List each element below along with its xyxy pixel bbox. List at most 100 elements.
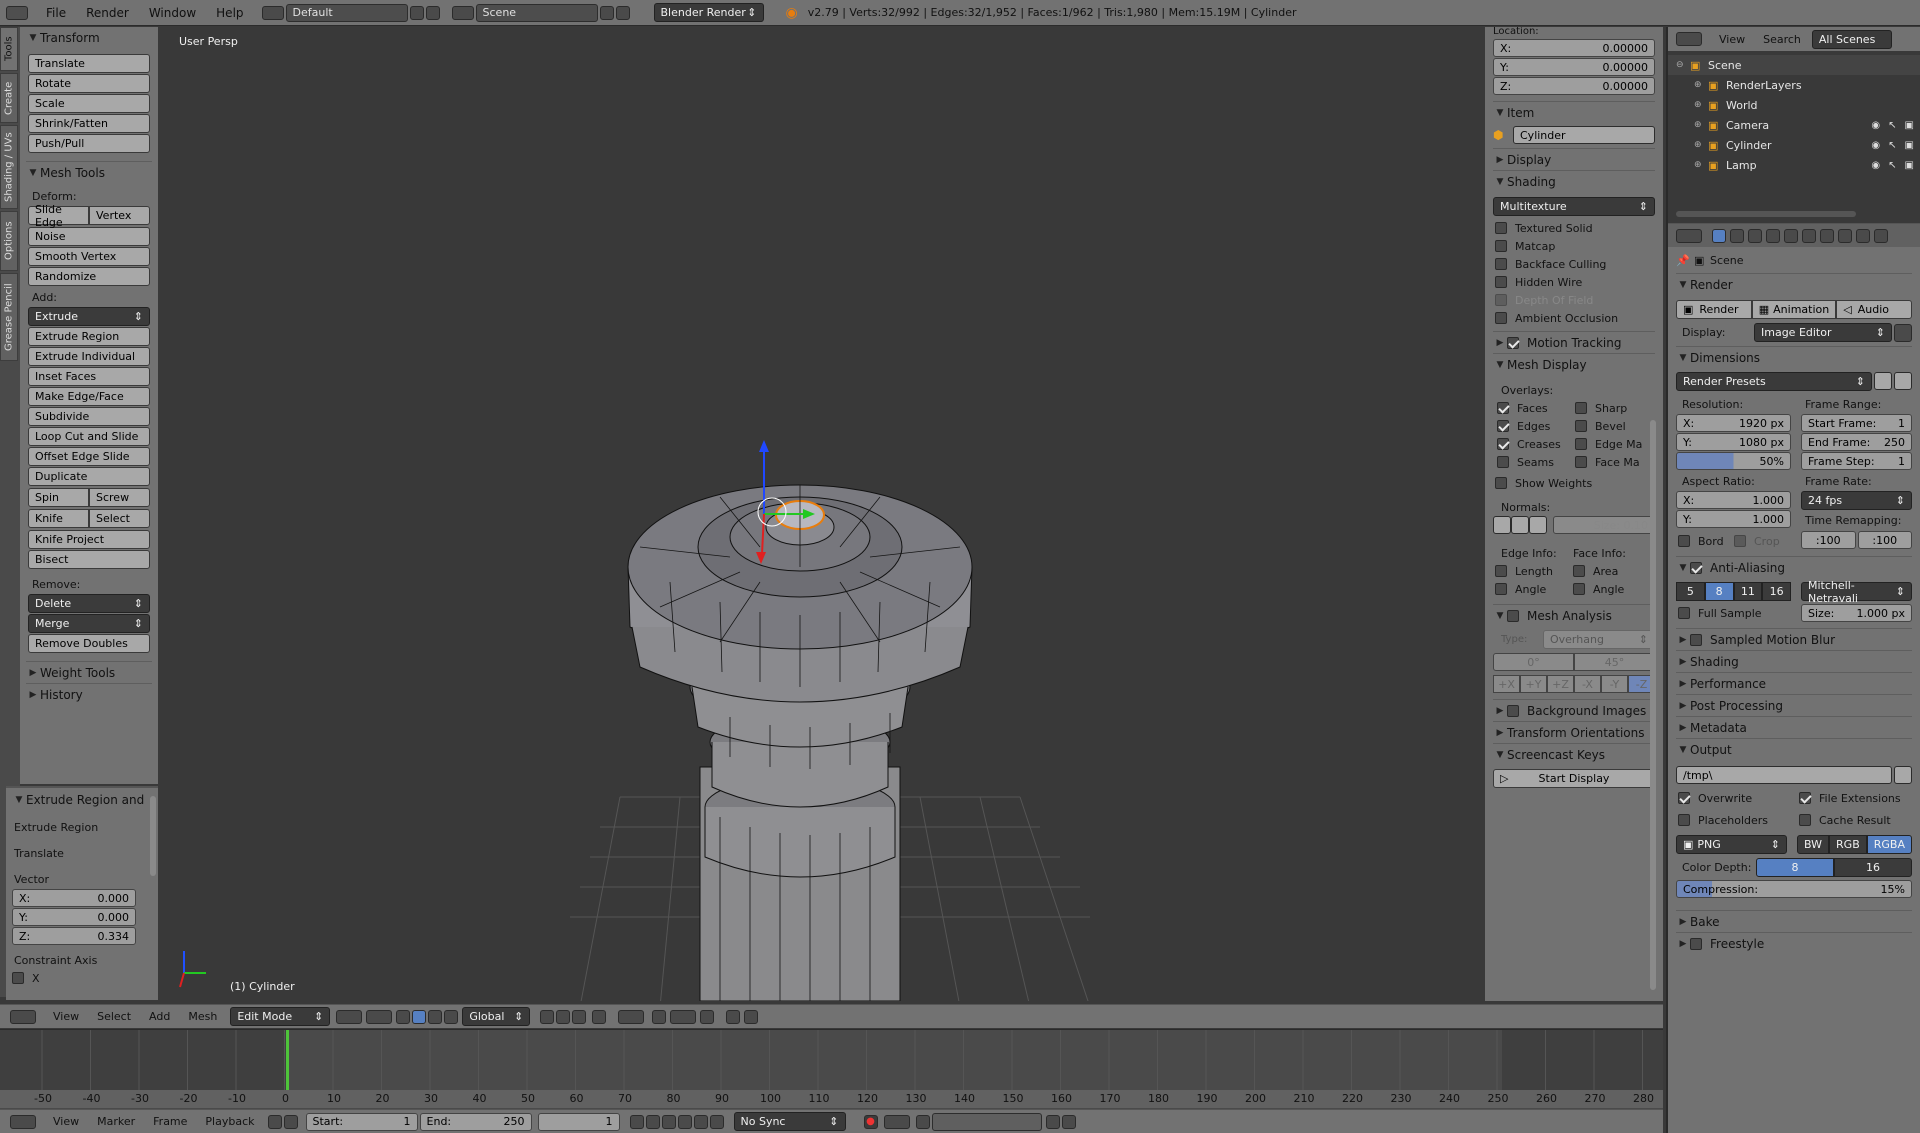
pivot-icon[interactable]	[366, 1009, 393, 1024]
location-x-field[interactable]: X: 0.00000	[1493, 39, 1655, 57]
constraints-tab-icon[interactable]	[1802, 228, 1816, 243]
mesh-display-panel-header[interactable]: ▼ Mesh Display	[1493, 353, 1655, 375]
start-frame-prop-field[interactable]: Start Frame: 1	[1801, 414, 1912, 432]
layout-icon[interactable]	[261, 5, 284, 20]
selectable-cursor-icon[interactable]: ↖	[1888, 120, 1896, 131]
cache-result-row[interactable]: Cache Result	[1799, 811, 1891, 829]
render-layers-tab-icon[interactable]	[1730, 228, 1744, 243]
shading-mode-select[interactable]: Multitexture ⇕	[1493, 197, 1655, 216]
location-y-field[interactable]: Y: 0.00000	[1493, 58, 1655, 76]
output-path-field[interactable]: /tmp\	[1676, 766, 1892, 784]
remap-new-field[interactable]: :100	[1857, 531, 1912, 549]
vertex-normals-icon[interactable]	[1493, 516, 1511, 534]
frame-rate-select[interactable]: 24 fps ⇕	[1801, 491, 1912, 510]
knife-project-button[interactable]: Knife Project	[28, 530, 150, 549]
orientation-select[interactable]: Global ⇕	[462, 1007, 531, 1026]
post-processing-panel-header[interactable]: ▶ Post Processing	[1676, 694, 1912, 716]
normals-size-field[interactable]: Size: 0.10	[1553, 516, 1655, 534]
vertex-slide-button[interactable]: Vertex	[89, 206, 150, 225]
background-images-panel-header[interactable]: ▶ Background Images	[1493, 699, 1655, 721]
end-frame-field[interactable]: End: 250	[419, 1112, 532, 1131]
edge-select-icon[interactable]	[556, 1009, 571, 1024]
area-row[interactable]: Area	[1573, 562, 1618, 580]
vector-x-field[interactable]: X: 0.000	[12, 889, 136, 907]
render-image-button[interactable]: ▣ Render	[1676, 300, 1752, 319]
shading-opt-depth-of-field-row[interactable]: Depth Of Field	[1493, 291, 1655, 309]
remove-doubles-button[interactable]: Remove Doubles	[28, 634, 150, 653]
overlay-faces-checkbox[interactable]	[1497, 402, 1509, 414]
expand-icon[interactable]: ⊕	[1694, 100, 1708, 110]
outliner-hscroll[interactable]	[1676, 211, 1856, 217]
render-animation-button[interactable]: ▦ Animation	[1751, 300, 1837, 319]
full-sample-row[interactable]: Full Sample	[1676, 604, 1791, 622]
manipulator-icon[interactable]	[396, 1009, 411, 1024]
rotate-button[interactable]: Rotate	[28, 74, 150, 93]
dimensions-panel-header[interactable]: ▼ Dimensions	[1676, 346, 1912, 368]
snap-element-icon[interactable]	[670, 1009, 697, 1024]
aa-size-field[interactable]: Size: 1.000 px	[1801, 604, 1912, 622]
add-preset-icon[interactable]	[1874, 372, 1892, 390]
overlay-bevel-row[interactable]: Bevel	[1573, 417, 1655, 435]
layout-field[interactable]: Default	[285, 3, 408, 22]
outliner-item-cylinder[interactable]: ⊕ ▣ Cylinder ◉ ↖ ▣	[1668, 135, 1920, 155]
renderable-camera-icon[interactable]: ▣	[1905, 120, 1914, 131]
menu-render[interactable]: Render	[76, 6, 139, 20]
border-row[interactable]: Bord	[1676, 532, 1734, 550]
outliner-menu-view[interactable]: View	[1710, 33, 1754, 46]
record-icon[interactable]: ●	[863, 1114, 878, 1129]
metadata-panel-header[interactable]: ▶ Metadata	[1676, 716, 1912, 738]
item-name-field[interactable]: Cylinder	[1513, 126, 1655, 144]
res-percent-field[interactable]: 50%	[1676, 452, 1791, 470]
render-presets-select[interactable]: Render Presets ⇕	[1676, 372, 1872, 391]
overlay-edges-row[interactable]: Edges	[1495, 417, 1573, 435]
crop-row[interactable]: Crop	[1734, 532, 1780, 550]
properties-editor-icon[interactable]	[1676, 228, 1702, 243]
outliner-item-camera[interactable]: ⊕ ▣ Camera ◉ ↖ ▣	[1668, 115, 1920, 135]
overwrite-row[interactable]: Overwrite	[1676, 789, 1799, 807]
shading-opt-backface-culling-checkbox[interactable]	[1495, 258, 1507, 270]
slide-edge-button[interactable]: Slide Edge	[28, 203, 89, 229]
menu-select[interactable]: Select	[88, 1010, 140, 1023]
jump-start-icon[interactable]	[629, 1114, 644, 1129]
preview-range-icon[interactable]	[267, 1114, 282, 1129]
vector-z-field[interactable]: Z: 0.334	[12, 927, 136, 945]
expand-icon[interactable]: ⊖	[1676, 60, 1690, 70]
current-frame-field[interactable]: 1	[537, 1112, 620, 1131]
shading-opt-ambient-occlusion-row[interactable]: Ambient Occlusion	[1493, 309, 1655, 327]
visibility-eye-icon[interactable]: ◉	[1871, 120, 1880, 131]
tab-tools[interactable]: Tools	[0, 27, 18, 71]
shading-opt-matcap-checkbox[interactable]	[1495, 240, 1507, 252]
keying-set-icon[interactable]	[883, 1114, 910, 1129]
cache-result-checkbox[interactable]	[1799, 814, 1811, 826]
snap-icon[interactable]	[652, 1009, 667, 1024]
overwrite-checkbox[interactable]	[1678, 792, 1690, 804]
scene-icon[interactable]	[451, 5, 474, 20]
pin-icon[interactable]: 📌	[1676, 254, 1694, 267]
edge-angle-checkbox[interactable]	[1495, 583, 1507, 595]
history-panel-header[interactable]: ▶ History	[26, 683, 152, 705]
remove-preset-icon[interactable]	[1894, 372, 1912, 390]
axis-neg-x-button[interactable]: -X	[1574, 675, 1601, 693]
timeline-editor-icon[interactable]	[10, 1114, 36, 1129]
expand-icon[interactable]: ⊕	[1694, 160, 1708, 170]
freestyle-checkbox[interactable]	[1690, 937, 1702, 950]
area-checkbox[interactable]	[1573, 565, 1585, 577]
proportional-edit-icon[interactable]	[618, 1009, 645, 1024]
overlay-faces-row[interactable]: Faces	[1495, 399, 1573, 417]
menu-file[interactable]: File	[36, 6, 76, 20]
edge-angle-row[interactable]: Angle	[1493, 580, 1573, 598]
scene-field[interactable]: Scene	[475, 3, 598, 22]
depth-8-button[interactable]: 8	[1756, 858, 1834, 877]
visibility-eye-icon[interactable]: ◉	[1871, 140, 1880, 151]
snap-target-icon[interactable]	[700, 1009, 715, 1024]
overlay-edge-ma-row[interactable]: Edge Ma	[1573, 435, 1655, 453]
anti-aliasing-panel-header[interactable]: ▼ Anti-Aliasing	[1676, 556, 1912, 578]
aa-samples-16-button[interactable]: 16	[1762, 582, 1791, 601]
menu-help[interactable]: Help	[206, 6, 253, 20]
smooth-vertex-button[interactable]: Smooth Vertex	[28, 247, 150, 266]
overlay-sharp-checkbox[interactable]	[1575, 402, 1587, 414]
add-layout-icon[interactable]	[409, 5, 424, 20]
mesh-tools-panel-header[interactable]: ▼ Mesh Tools	[26, 161, 152, 183]
tl-menu-playback[interactable]: Playback	[196, 1115, 263, 1128]
item-panel-header[interactable]: ▼ Item	[1493, 101, 1655, 123]
